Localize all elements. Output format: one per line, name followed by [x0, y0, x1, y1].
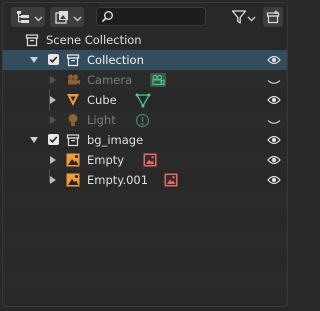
eye-closed-icon[interactable] — [267, 116, 281, 130]
scene-collection-icon — [25, 33, 39, 50]
chevron-down-icon — [247, 12, 256, 26]
empty-row — [3, 230, 287, 250]
object-filter-dropdown[interactable] — [50, 7, 84, 27]
collection-icon — [66, 133, 80, 150]
collection-icon — [66, 53, 80, 70]
chevron-down-icon — [73, 12, 82, 26]
image-data-icon[interactable] — [143, 153, 157, 170]
image-data-icon[interactable] — [164, 173, 178, 190]
cube-label: Cube — [87, 93, 117, 107]
light-label: Light — [87, 113, 116, 127]
camera-data-icon[interactable] — [149, 72, 167, 91]
tree-row-cube[interactable]: Cube — [3, 90, 287, 110]
mesh-object-icon — [66, 93, 80, 110]
empty-001-label: Empty.001 — [87, 173, 149, 187]
expand-arrow-icon[interactable] — [30, 57, 38, 63]
empty-row — [3, 190, 287, 210]
display-mode-dropdown[interactable] — [11, 7, 45, 27]
tree-row-camera[interactable]: Camera — [3, 70, 287, 90]
image-empty-object-icon — [66, 153, 80, 170]
eye-icon[interactable] — [267, 54, 281, 69]
camera-object-icon — [66, 73, 81, 90]
funnel-icon — [231, 9, 247, 28]
search-input[interactable] — [96, 7, 206, 26]
camera-label: Camera — [87, 73, 133, 87]
empty-label: Empty — [87, 153, 125, 167]
tree-row-empty-001[interactable]: Empty.001 — [3, 170, 287, 190]
expand-arrow-icon[interactable] — [50, 176, 56, 184]
search-icon — [101, 10, 114, 26]
exclude-checkbox[interactable] — [48, 54, 59, 65]
new-collection-icon — [266, 10, 280, 27]
eye-icon[interactable] — [267, 174, 281, 189]
outliner-panel: Scene Collection Collection Camera Cube … — [2, 2, 288, 307]
filter-dropdown[interactable] — [230, 8, 256, 26]
expand-arrow-icon[interactable] — [30, 137, 38, 143]
tree-row-light[interactable]: Light — [3, 110, 287, 130]
light-data-icon[interactable] — [135, 113, 150, 131]
eye-icon[interactable] — [267, 134, 281, 149]
eye-closed-icon[interactable] — [267, 76, 281, 90]
eye-icon[interactable] — [267, 94, 281, 109]
collection-label: Collection — [87, 53, 144, 67]
empty-row — [3, 270, 287, 290]
tree-row-collection[interactable]: Collection — [3, 50, 287, 70]
exclude-checkbox[interactable] — [48, 134, 59, 145]
tree-row-scene-collection[interactable]: Scene Collection — [3, 30, 287, 50]
new-collection-button[interactable] — [263, 7, 283, 27]
expand-arrow-icon[interactable] — [50, 76, 56, 84]
tree-row-bg-image[interactable]: bg_image — [3, 130, 287, 150]
tree-row-empty[interactable]: Empty — [3, 150, 287, 170]
image-empty-object-icon — [66, 173, 80, 190]
expand-arrow-icon[interactable] — [50, 156, 56, 164]
chevron-down-icon — [34, 12, 43, 26]
mesh-data-icon[interactable] — [135, 93, 151, 111]
eye-icon[interactable] — [267, 154, 281, 169]
scene-collection-label: Scene Collection — [46, 33, 142, 47]
expand-arrow-icon[interactable] — [50, 116, 56, 124]
expand-arrow-icon[interactable] — [50, 96, 56, 104]
bg-image-label: bg_image — [87, 133, 144, 147]
search-field[interactable] — [117, 9, 203, 24]
light-object-icon — [66, 113, 80, 130]
outliner-display-mode-icon — [16, 10, 30, 27]
object-filter-icon — [55, 10, 69, 27]
